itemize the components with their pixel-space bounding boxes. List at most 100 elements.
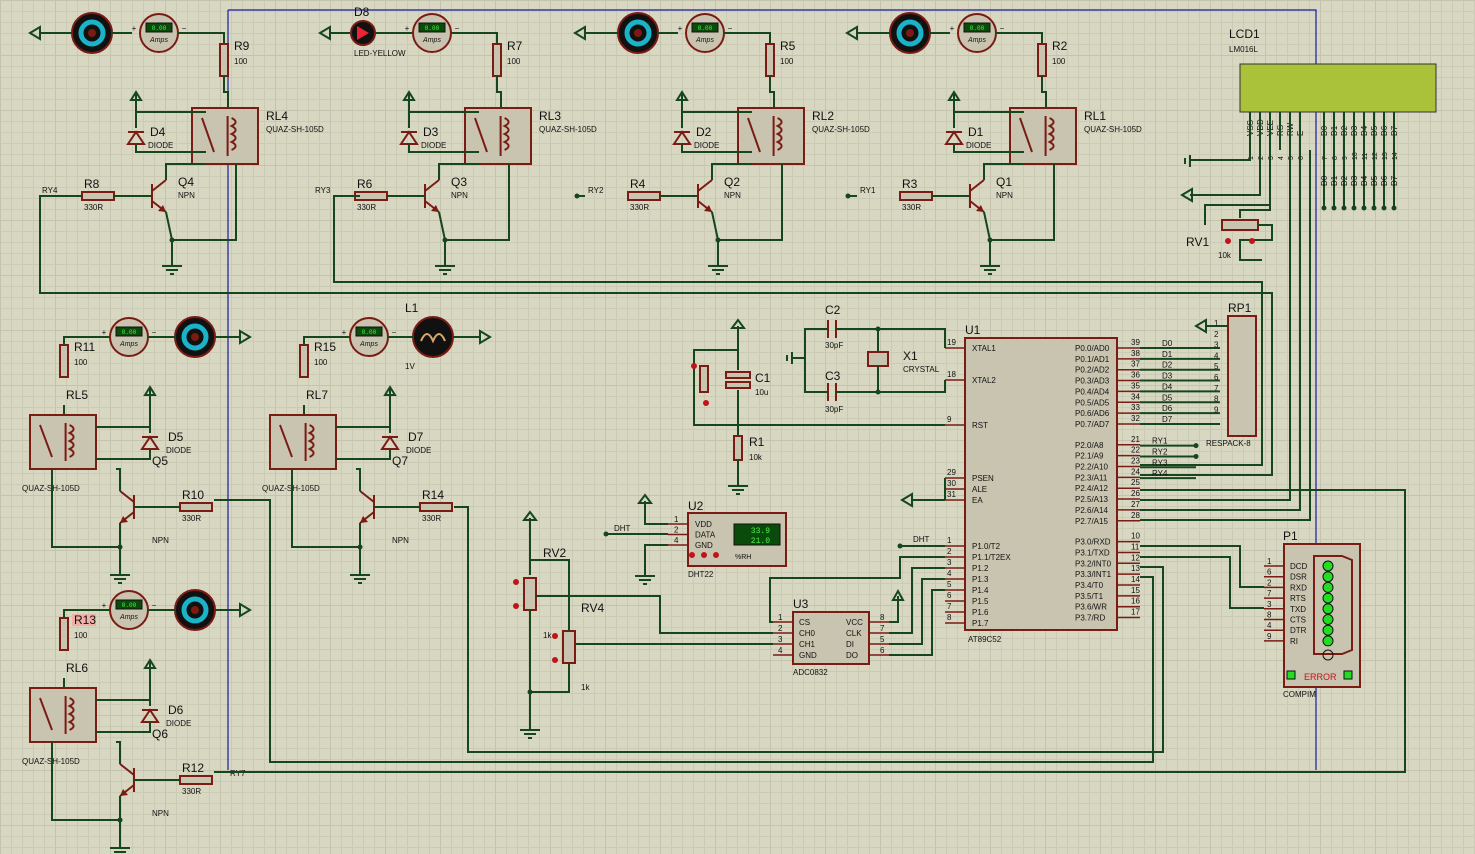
wire [836,328,946,348]
compim-pin-name: RI [1290,637,1298,646]
lcd-net-label: D4 [1360,175,1369,186]
motor-shaft [191,606,199,614]
resistor-value: 100 [74,631,88,640]
mcu-pin-num: 7 [947,602,952,611]
bus-label: RY2 [1152,447,1168,456]
wire [724,32,771,44]
dht-pin-num: 1 [674,515,679,524]
respack-id: RP1 [1228,301,1252,315]
adc-pin-name: VCC [846,618,863,627]
ammeter-unit: Amps [149,37,168,44]
resistor-value: 330R [84,203,103,212]
mcu-pin-name: P3.0/RXD [1075,538,1111,547]
rv1-terminal [1225,238,1231,244]
transistor-id: Q7 [392,454,408,468]
relay-id: RL3 [539,109,561,123]
junction-dot [987,237,993,243]
schematic-canvas: { "relays": [ {"id":"RL4","model":"QUAZ-… [0,0,1475,854]
mcu-pin-num: 17 [1131,608,1140,617]
diode-type: DIODE [166,446,191,455]
resistor-id: R10 [182,488,204,502]
mcu-pin-num: 39 [1131,338,1140,347]
mcu-pin-name: P0.1/AD1 [1075,355,1110,364]
reset-button [699,365,709,393]
lamp-id: L1 [405,301,419,315]
ammeter-reading: 0.00 [970,25,985,32]
plus-sign: + [102,601,107,610]
adc-pin-name: DI [846,640,854,649]
mcu-pin-name: P3.1/TXD [1075,548,1110,557]
relay-body [737,107,805,165]
mcu-pin-num: 35 [1131,381,1140,390]
minus-sign: − [152,601,157,610]
junction-dot [1361,205,1367,211]
bus-label: D4 [1162,382,1173,391]
net-label: RY2 [588,186,604,195]
mcu-pin-num: 14 [1131,575,1140,584]
mcu-pin-num: 30 [947,479,956,488]
lcd-net-label: D7 [1390,175,1399,186]
mcu-pin-name: P2.5/A13 [1075,495,1108,504]
transistor-id: Q1 [996,175,1012,189]
diode-id: D7 [408,430,424,444]
mcu-pin-name: P0.7/AD7 [1075,420,1110,429]
mcu-pin-num: 31 [947,490,956,499]
compim-led [1322,592,1334,604]
mcu-pin-name: XTAL2 [972,376,996,385]
mcu-pin-name: P0.4/AD4 [1075,387,1110,396]
ammeter [109,317,149,357]
resistor-id: R9 [234,39,250,53]
terminal-arrow [28,25,41,41]
c1-id: C1 [755,371,771,385]
relay-body [29,414,97,470]
transistor-id: Q5 [152,454,168,468]
mcu-pin-name: P1.3 [972,575,989,584]
dht-id: U2 [688,499,704,513]
wire [178,32,225,44]
diode-id: D5 [168,430,184,444]
net-label: RY3 [315,186,331,195]
transistor-type: NPN [392,536,409,545]
adc-pin-num: 1 [778,613,783,622]
mcu-pin-name: P2.7/A15 [1075,517,1108,526]
bus-label: D6 [1162,404,1173,413]
dht-pin-name: GND [695,541,713,550]
diode-type: DIODE [166,719,191,728]
rv1-id: RV1 [1186,235,1209,249]
junction-dot [442,237,448,243]
mcu-pin-name: PSEN [972,474,994,483]
plus-sign: + [342,328,347,337]
mcu-pin-name: P0.2/AD2 [1075,366,1110,375]
mcu-pin-name: P1.2 [972,564,989,573]
mcu-pin-name: P2.0/A8 [1075,441,1104,450]
relay-id: RL5 [66,388,88,402]
ammeter-reading: 0.00 [152,25,167,32]
ammeter-reading: 0.00 [362,329,377,336]
mcu-pin-num: 33 [1131,403,1140,412]
net-label: RY1 [860,186,876,195]
diode-type: DIODE [694,141,719,150]
resistor-value: 330R [422,514,441,523]
minus-sign: − [1000,24,1005,33]
lamp-icon [412,316,454,358]
ammeter-reading: 0.00 [425,25,440,32]
wire [983,164,1055,241]
junction-dot [845,193,851,199]
relay-model: QUAZ-SH-105D [1084,125,1142,134]
junction-dot [603,531,609,537]
resistor-value: 330R [182,787,201,796]
mcu-pin-num: 28 [1131,511,1140,520]
mcu-pin-num: 1 [947,536,952,545]
wire [451,32,498,44]
compim-pin-name: CTS [1290,616,1306,625]
respack-pin: 2 [1214,330,1219,339]
terminal-arrow [239,602,252,618]
compim-indicator [1286,670,1296,680]
mcu-pin-name: P3.3/INT1 [1075,570,1112,579]
terminal-arrow [573,25,586,41]
resistor-body [219,43,229,77]
adc-pin-name: CH1 [799,640,816,649]
mcu-pin-num: 27 [1131,500,1140,509]
diode-body [399,130,419,145]
dht-unit: %RH [735,554,751,561]
